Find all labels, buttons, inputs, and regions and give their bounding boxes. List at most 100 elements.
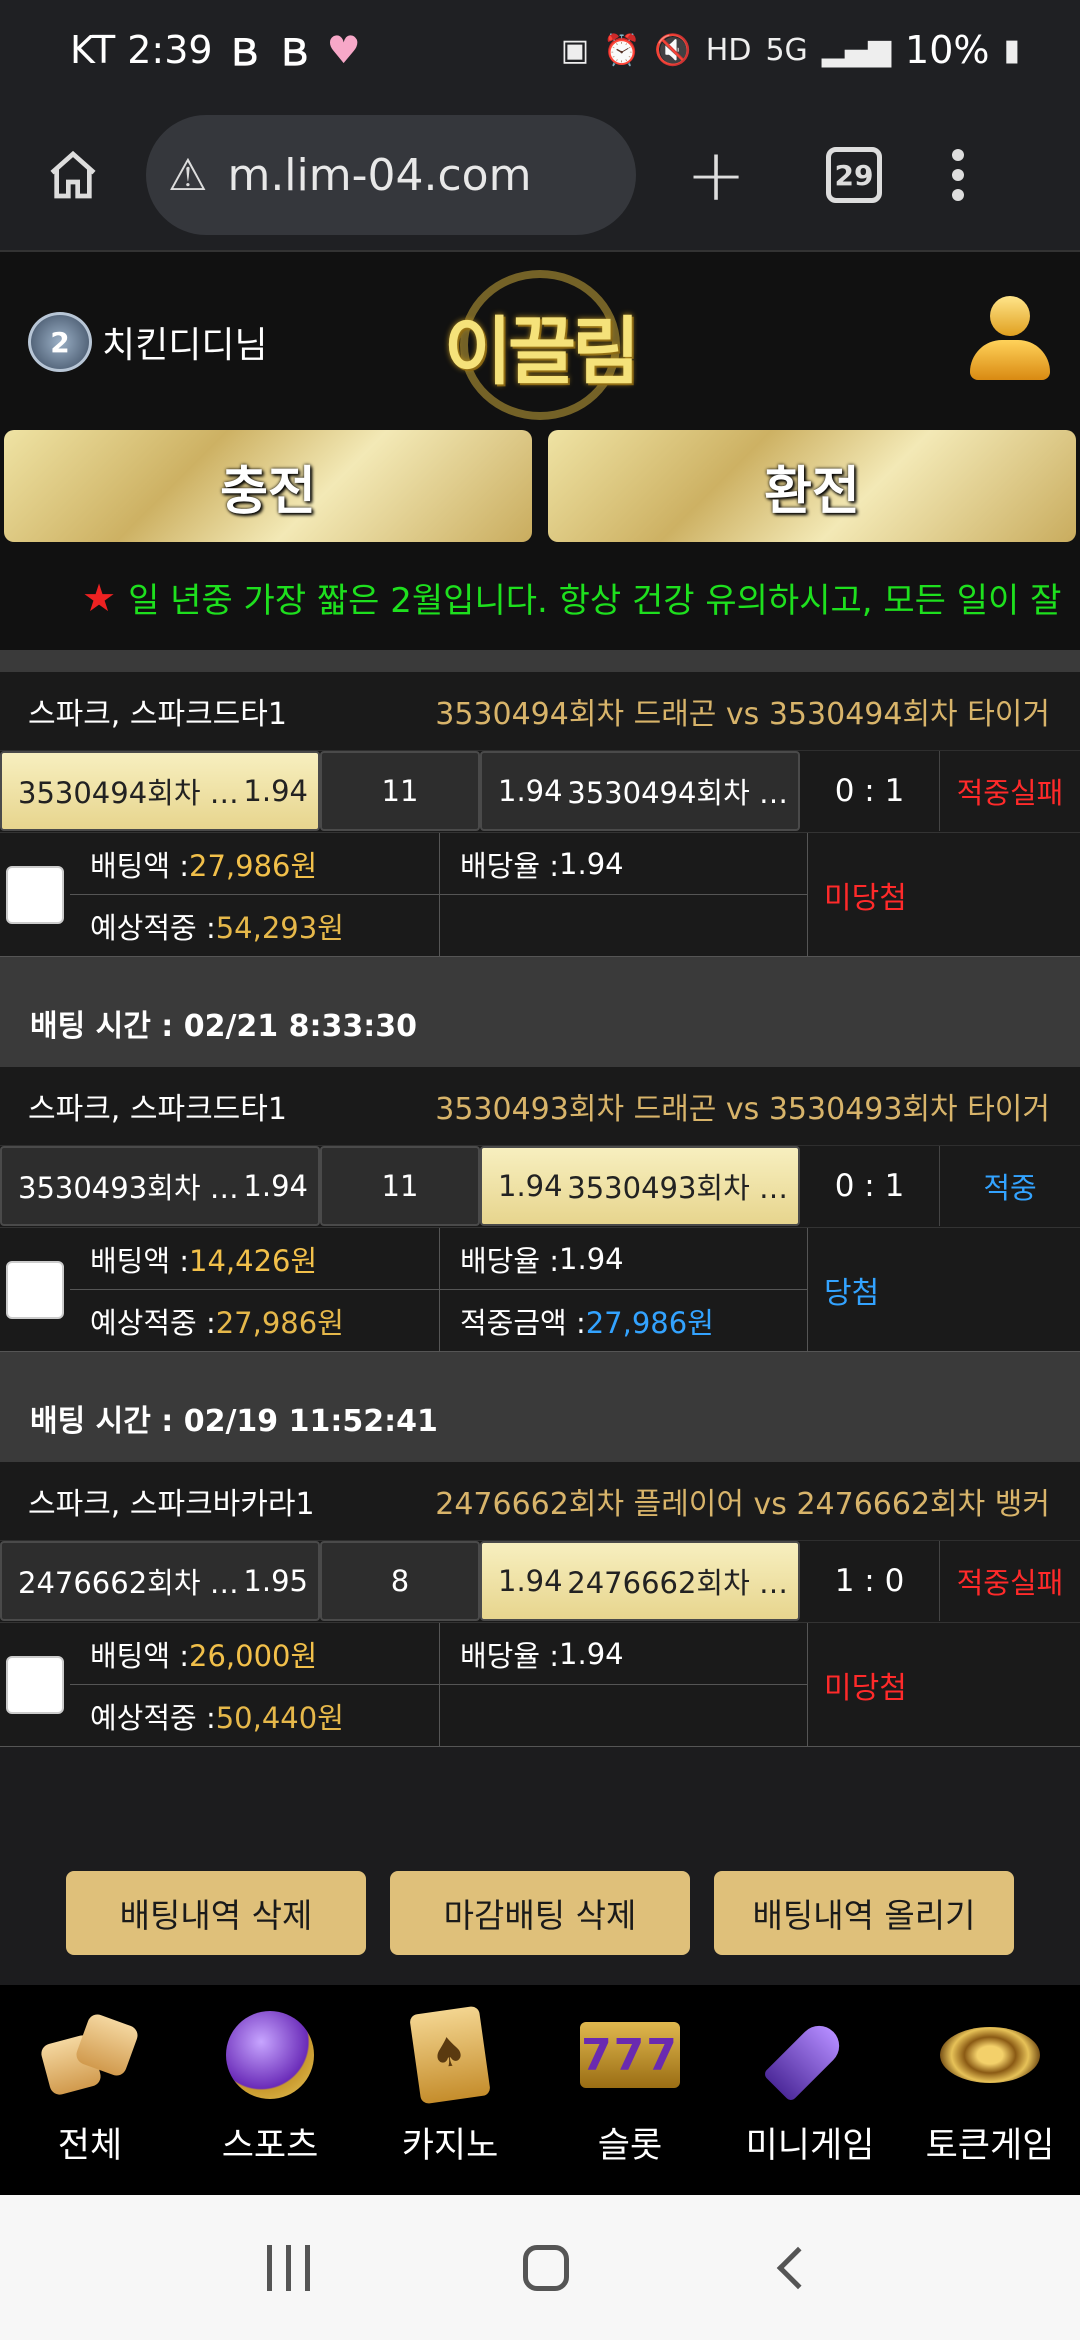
warning-icon: ⚠ [168,149,208,201]
star-icon: ★ [82,575,117,620]
playing-cards-icon [409,2005,491,2105]
site-logo[interactable]: 이끌림 [435,270,645,420]
home-pick[interactable]: 3530494회차 … 1.94 [0,751,320,831]
nav-casino[interactable]: 카지노 [360,1985,540,2195]
bet-amount: 26,000원 [189,1638,318,1673]
rank-badge-icon: 2 [28,312,92,372]
game-row: 스파크, 스파크드타1 3530493회차 드래곤 vs 3530493회차 타… [0,1067,1080,1145]
hd-icon: HD [705,32,752,68]
delete-closed-button[interactable]: 마감배팅 삭제 [390,1871,690,1955]
new-tab-button[interactable]: + [676,133,756,217]
line-value: 11 [320,1146,480,1226]
match-title: 2476662회차 플레이어 vs 2476662회차 뱅커 [435,1487,1050,1522]
home-pick[interactable]: 3530493회차 … 1.94 [0,1146,320,1226]
heart-icon: ♥ [326,28,361,72]
nav-minigame[interactable]: 미니게임 [720,1985,900,2195]
select-checkbox[interactable] [6,1655,64,1714]
result-label: 적중실패 [956,776,1064,810]
game-row: 스파크, 스파크드타1 3530494회차 드래곤 vs 3530494회차 타… [0,672,1080,750]
win-status: 미당첨 [824,880,907,916]
site-header: 2 치킨디디님 이끌림 [0,250,1080,430]
home-pick[interactable]: 2476662회차 … 1.95 [0,1541,320,1621]
url-text: m.lim-04.com [227,149,532,201]
battery-percent: 10% [905,28,990,72]
select-checkbox[interactable] [6,1260,64,1319]
win-status: 당첨 [824,1275,880,1311]
win-amount: 27,986원 [585,1306,714,1340]
battery-icon: ▮ [1003,32,1020,68]
upload-history-button[interactable]: 배팅내역 올리기 [714,1871,1014,1955]
odds-rate: 1.94 [559,1636,624,1671]
roulette-icon [940,2027,1040,2083]
dice-icon [39,2011,141,2097]
slot-777-icon: 777 [580,2022,680,2088]
system-back-button[interactable] [776,2246,820,2289]
history-actions: 배팅내역 삭제 마감배팅 삭제 배팅내역 올리기 [0,1835,1080,1985]
more-menu-button[interactable] [952,149,964,201]
cash-buttons: 충전 환전 [0,430,1080,545]
expected-win: 50,440원 [215,1701,344,1735]
game-name: 스파크, 스파크바카라1 [28,1487,315,1522]
exchange-button[interactable]: 환전 [548,430,1076,542]
nav-all[interactable]: 전체 [0,1985,180,2195]
bet-amount: 27,986원 [189,848,318,883]
pick-row: 2476662회차 … 1.95 8 1.94 2476662회차 … 1 : 0 … [0,1540,1080,1622]
game-name: 스파크, 스파크드타1 [28,697,287,732]
notification-b2-icon: Ｂ [276,33,313,74]
result-label: 적중 [983,1171,1037,1205]
network-icon: 5G [765,32,808,68]
line-value: 8 [320,1541,480,1621]
profile-icon[interactable] [970,296,1050,386]
rocket-icon [762,2010,855,2103]
mute-icon: 🔇 [654,32,692,68]
game-row: 스파크, 스파크바카라1 2476662회차 플레이어 vs 2476662회차… [0,1462,1080,1540]
result-label: 적중실패 [956,1566,1064,1600]
odds-rate: 1.94 [559,1241,624,1276]
address-bar[interactable]: ⚠ m.lim-04.com [146,115,636,235]
notification-b-icon: Ｂ [226,33,263,74]
away-pick[interactable]: 1.94 3530494회차 … [480,751,800,831]
user-info[interactable]: 2 치킨디디님 [28,312,268,372]
score: 1 : 0 [800,1541,940,1621]
battery-saver-icon: ▣ [560,32,590,68]
match-title: 3530494회차 드래곤 vs 3530494회차 타이거 [435,697,1050,732]
bet-amount: 14,426원 [189,1243,318,1278]
nav-token-game[interactable]: 토큰게임 [900,1985,1080,2195]
nav-sports[interactable]: 스포츠 [180,1985,360,2195]
select-checkbox[interactable] [6,865,64,924]
bet-detail: 배팅액 : 27,986원 예상적중 : 54,293원 배당율 : 1.94 … [0,832,1080,957]
notice-marquee: ★ 일 년중 가장 짧은 2월입니다. 항상 건강 유의하시고, 모든 일이 잘 [0,545,1080,650]
clock: KT 2:39 [70,28,213,72]
charge-button[interactable]: 충전 [4,430,532,542]
bet-time: 배팅 시간 : 02/19 11:52:41 [0,1374,1080,1462]
expected-win: 27,986원 [215,1306,344,1340]
nav-slot[interactable]: 777 슬롯 [540,1985,720,2195]
soccer-ball-icon [226,2011,314,2099]
away-pick[interactable]: 1.94 3530493회차 … [480,1146,800,1226]
alarm-icon: ⏰ [603,32,641,68]
odds-rate: 1.94 [559,846,624,881]
system-home-button[interactable] [523,2244,570,2291]
score: 0 : 1 [800,751,940,831]
score: 0 : 1 [800,1146,940,1226]
username: 치킨디디님 [102,325,268,366]
browser-toolbar: ⚠ m.lim-04.com + 29 [0,100,1080,250]
line-value: 11 [320,751,480,831]
bet-time: 배팅 시간 : 02/21 8:33:30 [0,979,1080,1067]
bottom-nav: 전체 스포츠 카지노 777 슬롯 미니게임 토큰게임 [0,1985,1080,2195]
win-status: 미당첨 [824,1670,907,1706]
system-navigation [0,2195,1080,2340]
signal-icon: ▂▄▆ [821,32,892,68]
away-pick[interactable]: 1.94 2476662회차 … [480,1541,800,1621]
tab-switcher-button[interactable]: 29 [826,147,882,203]
expected-win: 54,293원 [215,911,344,945]
home-button[interactable] [38,140,108,210]
pick-row: 3530493회차 … 1.94 11 1.94 3530493회차 … 0 : 1… [0,1145,1080,1227]
pick-row: 3530494회차 … 1.94 11 1.94 3530494회차 … 0 : 1… [0,750,1080,832]
match-title: 3530493회차 드래곤 vs 3530493회차 타이거 [435,1092,1050,1127]
recent-apps-button[interactable] [266,2244,310,2291]
home-icon [50,150,96,199]
bet-detail: 배팅액 : 14,426원 예상적중 : 27,986원 배당율 : 1.94 … [0,1227,1080,1352]
bet-history-list: 스파크, 스파크드타1 3530494회차 드래곤 vs 3530494회차 타… [0,650,1080,1747]
delete-history-button[interactable]: 배팅내역 삭제 [66,1871,366,1955]
